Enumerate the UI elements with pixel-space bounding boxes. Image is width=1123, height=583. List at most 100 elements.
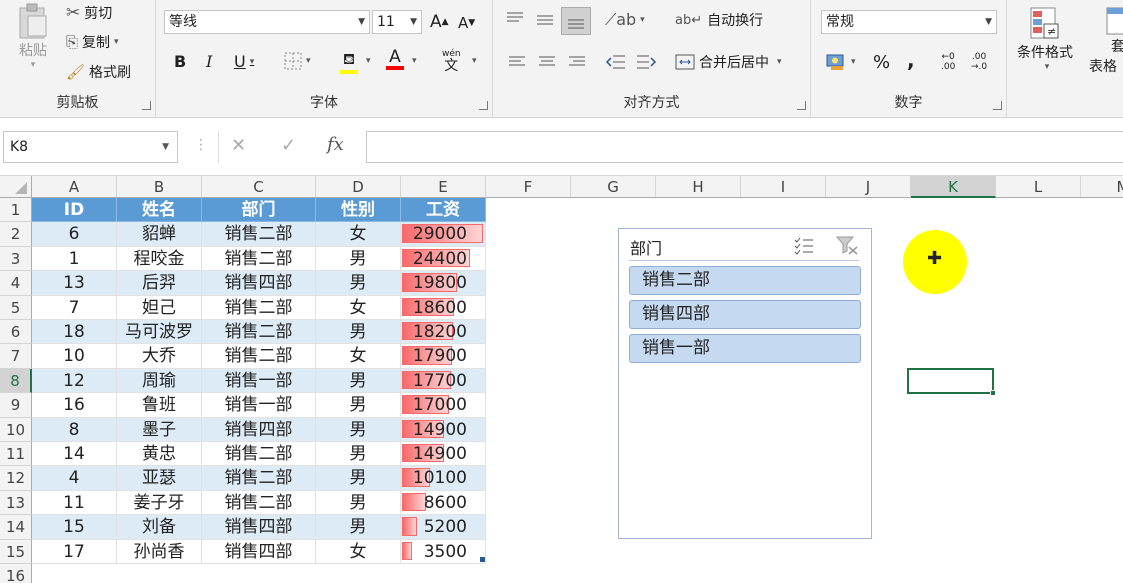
table-header-cell[interactable]: ID: [32, 198, 117, 223]
table-cell[interactable]: 女: [316, 344, 401, 369]
worksheet-grid[interactable]: ABCDEFGHIJKLM 1 2 3 4 5 6 7 8 9 10 11 12 13 14 15 16 ID…: [0, 176, 1123, 583]
align-top-icon[interactable]: [505, 10, 525, 26]
table-cell[interactable]: 7: [32, 295, 117, 320]
shrink-font-button[interactable]: A ▼: [458, 14, 475, 32]
table-cell[interactable]: 周瑜: [117, 368, 202, 394]
table-cell[interactable]: 销售四部: [202, 271, 316, 296]
table-header-cell[interactable]: 姓名: [117, 198, 202, 223]
copy-button[interactable]: ⎘ 复制 ▾: [66, 32, 119, 52]
table-cell[interactable]: 男: [316, 417, 401, 442]
table-cell[interactable]: 刘备: [117, 515, 202, 540]
orientation-button[interactable]: ⟋ab ▾: [605, 10, 645, 30]
number-format-combo[interactable]: 常规 ▼: [821, 10, 997, 34]
table-resize-handle[interactable]: [480, 557, 485, 562]
border-button[interactable]: ▾: [284, 52, 311, 70]
row-header[interactable]: 12: [0, 466, 32, 491]
slicer-item[interactable]: 销售二部: [629, 266, 861, 295]
fill-handle[interactable]: [990, 390, 996, 396]
column-header[interactable]: B: [117, 176, 202, 198]
column-header[interactable]: E: [401, 176, 486, 198]
row-header[interactable]: 15: [0, 539, 32, 564]
column-header[interactable]: K: [911, 176, 996, 198]
salary-cell[interactable]: 29000: [401, 222, 486, 247]
table-cell[interactable]: 男: [316, 490, 401, 516]
department-slicer[interactable]: 部门 销售二部 销售四部 销售一部: [618, 228, 872, 539]
table-cell[interactable]: 8: [32, 417, 117, 442]
table-cell[interactable]: 销售二部: [202, 320, 316, 345]
alignment-launcher-icon[interactable]: [797, 101, 806, 110]
align-bottom-button[interactable]: [561, 7, 591, 35]
row-header[interactable]: 11: [0, 442, 32, 467]
table-cell[interactable]: 6: [32, 222, 117, 247]
salary-cell[interactable]: 24400: [401, 246, 486, 272]
row-header[interactable]: 6: [0, 320, 32, 345]
salary-cell[interactable]: 18600: [401, 295, 486, 320]
table-cell[interactable]: 程咬金: [117, 246, 202, 272]
row-header[interactable]: 9: [0, 393, 32, 418]
salary-cell[interactable]: 19800: [401, 271, 486, 296]
salary-cell[interactable]: 3500: [401, 539, 486, 564]
table-cell[interactable]: 男: [316, 368, 401, 394]
salary-cell[interactable]: 17000: [401, 393, 486, 418]
row-header[interactable]: 3: [0, 246, 32, 272]
multi-select-icon[interactable]: [793, 235, 815, 255]
increase-indent-icon[interactable]: [635, 52, 657, 72]
conditional-format-button[interactable]: ≠ 条件格式 ▾: [1017, 6, 1073, 72]
table-cell[interactable]: 销售四部: [202, 417, 316, 442]
table-cell[interactable]: 男: [316, 515, 401, 540]
selected-cell-k8[interactable]: [907, 368, 996, 396]
salary-cell[interactable]: 14900: [401, 417, 486, 442]
table-cell[interactable]: 男: [316, 271, 401, 296]
table-cell[interactable]: 14: [32, 442, 117, 467]
accounting-format-button[interactable]: ▾: [825, 52, 856, 72]
confirm-icon[interactable]: ✓: [281, 135, 296, 156]
table-header-cell[interactable]: 部门: [202, 198, 316, 223]
table-cell[interactable]: 男: [316, 320, 401, 345]
column-header[interactable]: C: [202, 176, 316, 198]
column-header[interactable]: A: [32, 176, 117, 198]
grow-font-button[interactable]: A ▲: [430, 12, 449, 32]
column-header[interactable]: J: [826, 176, 911, 198]
table-cell[interactable]: 销售二部: [202, 344, 316, 369]
table-cell[interactable]: 17: [32, 539, 117, 564]
wrap-text-button[interactable]: ab↵ 自动换行: [675, 10, 763, 30]
table-cell[interactable]: 马可波罗: [117, 320, 202, 345]
increase-decimal-button[interactable]: ←0 .00: [941, 52, 955, 72]
column-header[interactable]: L: [996, 176, 1081, 198]
fill-color-dropdown[interactable]: ▾: [362, 56, 371, 66]
row-header[interactable]: 7: [0, 344, 32, 369]
table-cell[interactable]: 销售四部: [202, 515, 316, 540]
table-cell[interactable]: 墨子: [117, 417, 202, 442]
align-middle-icon[interactable]: [535, 12, 555, 28]
column-header[interactable]: F: [486, 176, 571, 198]
font-launcher-icon[interactable]: [479, 101, 488, 110]
column-header[interactable]: D: [316, 176, 401, 198]
phonetic-dropdown[interactable]: ▾: [468, 56, 477, 66]
clipboard-launcher-icon[interactable]: [142, 101, 151, 110]
table-cell[interactable]: 10: [32, 344, 117, 369]
row-header[interactable]: 1: [0, 198, 32, 223]
cut-button[interactable]: ✂ 剪切: [66, 3, 112, 23]
column-header[interactable]: M: [1081, 176, 1123, 198]
column-header[interactable]: H: [656, 176, 741, 198]
phonetic-button[interactable]: wén 文: [442, 48, 461, 73]
table-cell[interactable]: 大乔: [117, 344, 202, 369]
comma-button[interactable]: ,: [907, 48, 915, 72]
table-cell[interactable]: 男: [316, 246, 401, 272]
table-cell[interactable]: 销售一部: [202, 393, 316, 418]
table-cell[interactable]: 亚瑟: [117, 466, 202, 491]
salary-cell[interactable]: 5200: [401, 515, 486, 540]
underline-button[interactable]: U ▾: [234, 52, 254, 71]
font-color-button[interactable]: A: [386, 48, 404, 70]
salary-cell[interactable]: 8600: [401, 490, 486, 516]
format-as-table-button[interactable]: 套 表格: [1089, 6, 1123, 76]
table-header-cell[interactable]: 工资: [401, 198, 486, 223]
table-cell[interactable]: 男: [316, 442, 401, 467]
salary-cell[interactable]: 10100: [401, 466, 486, 491]
name-box[interactable]: K8 ▼: [3, 131, 178, 163]
table-cell[interactable]: 销售二部: [202, 222, 316, 247]
table-cell[interactable]: 鲁班: [117, 393, 202, 418]
table-cell[interactable]: 黄忠: [117, 442, 202, 467]
salary-cell[interactable]: 14900: [401, 442, 486, 467]
decrease-decimal-button[interactable]: .00 →.0: [971, 52, 987, 72]
